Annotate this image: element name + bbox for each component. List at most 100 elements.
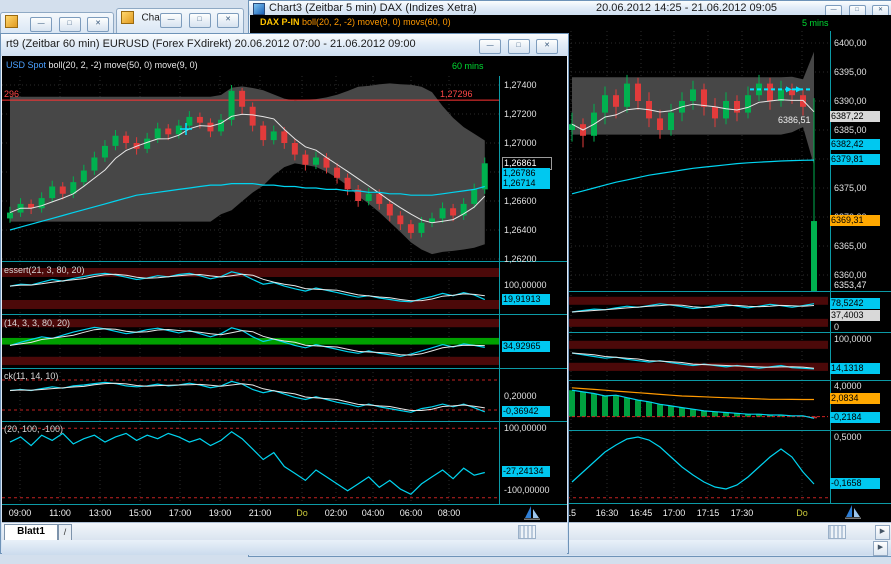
price-tick: 6385,00 xyxy=(834,125,867,135)
logo-sail-icon xyxy=(845,505,861,519)
maximize-button[interactable]: □ xyxy=(507,39,530,55)
timeframe-badge: 60 mins xyxy=(452,61,484,71)
price-box: 6382,42 xyxy=(830,138,880,150)
alert-line-label: 1,27296 xyxy=(440,89,473,99)
price-tick: 1,27400 xyxy=(504,80,537,90)
logo-sail-icon xyxy=(524,506,540,520)
time-tick: 04:00 xyxy=(361,508,385,518)
scrollbar-grip[interactable] xyxy=(518,525,536,539)
indicator-tick: 0,20000 xyxy=(504,391,537,401)
indicator-tick: 0,5000 xyxy=(834,432,862,443)
dax-date-range: 20.06.2012 14:25 - 21.06.2012 09:05 xyxy=(596,2,778,14)
symbol-label: USD Spot xyxy=(6,60,47,70)
indicator-value-box: 78,5242 xyxy=(830,297,880,309)
price-tick: 6390,00 xyxy=(834,96,867,106)
chart-window-icon xyxy=(253,3,265,15)
symbol-label: DAX P-IN xyxy=(260,17,300,27)
panel-label: (14, 3, 3, 80, 20) xyxy=(4,318,71,328)
dax-titlebar[interactable]: Chart3 (Zeitbar 5 min) DAX (Indizes Xetr… xyxy=(249,1,891,17)
scroll-right-button[interactable]: ▶ xyxy=(875,525,890,540)
price-tick: 6400,00 xyxy=(834,38,867,48)
maximize-button[interactable]: □ xyxy=(188,13,211,29)
sheet-tab-divider[interactable]: / xyxy=(58,524,72,541)
price-box: 1,26786 xyxy=(502,168,550,180)
time-tick: 17:30 xyxy=(730,508,754,518)
price-float-label: 6353,47 xyxy=(834,280,867,290)
close-button[interactable]: ✕ xyxy=(217,13,239,29)
time-tick: 21:00 xyxy=(248,508,272,518)
time-tick: 15:00 xyxy=(128,508,152,518)
indicator-value-box: 14,1318 xyxy=(830,362,880,374)
price-tick: 6365,00 xyxy=(834,241,867,251)
time-tick: 17:00 xyxy=(662,508,686,518)
time-tick: 13:00 xyxy=(88,508,112,518)
panel-label: essert(21, 3, 80, 20) xyxy=(4,265,85,275)
minimize-button[interactable]: — xyxy=(479,39,502,55)
price-tick: 1,27000 xyxy=(504,138,537,148)
indicator-value-box: -0,36942 xyxy=(502,405,550,417)
price-tick: 1,27200 xyxy=(504,109,537,119)
price-box: 1,26714 xyxy=(502,178,550,190)
eurusd-window-title: rt9 (Zeitbar 60 min) EURUSD (Forex FXdir… xyxy=(6,38,416,50)
price-float-label: 6386,51 xyxy=(778,115,811,125)
time-tick: 17:00 xyxy=(168,508,192,518)
indicator-tick: 4,0000 xyxy=(834,380,862,391)
chart-window-icon xyxy=(121,11,134,25)
time-tick: 16:30 xyxy=(595,508,619,518)
indicator-value-box: 34,92965 xyxy=(502,341,550,353)
indicator-value-box: -0,2184 xyxy=(830,412,880,424)
indicator-value-box: 19,91913 xyxy=(502,293,550,305)
price-box: 6369,31 xyxy=(830,215,880,226)
price-tick: 6375,00 xyxy=(834,183,867,193)
time-tick: 09:00 xyxy=(8,508,32,518)
alert-line-label-partial: 296 xyxy=(4,89,20,99)
indicator-value-box: 37,4003 xyxy=(830,309,880,321)
minimize-button[interactable]: — xyxy=(30,17,53,33)
price-box: 6379,81 xyxy=(830,154,880,166)
price-tick: 1,26600 xyxy=(504,196,537,206)
eurusd-titlebar[interactable]: rt9 (Zeitbar 60 min) EURUSD (Forex FXdir… xyxy=(1,34,568,56)
indicator-tick: -100,00000 xyxy=(504,484,550,495)
time-tick: 08:00 xyxy=(437,508,461,518)
dax-window-title: Chart3 (Zeitbar 5 min) DAX (Indizes Xetr… xyxy=(269,2,477,14)
indicator-value-box: -0,1658 xyxy=(830,477,880,489)
eurusd-plot-svg[interactable] xyxy=(2,56,567,522)
time-tick: 19:00 xyxy=(208,508,232,518)
price-box: 6387,22 xyxy=(830,111,880,123)
minimize-button[interactable]: — xyxy=(160,13,183,29)
indicator-tick: 0 xyxy=(834,322,840,333)
eurusd-chart-area[interactable]: USD Spot boll(20, 2, -2) move(50, 0) mov… xyxy=(2,56,567,522)
indicator-value-box: 2,0834 xyxy=(830,393,880,405)
indicator-tick: 100,00000 xyxy=(504,423,547,433)
time-tick: 17:15 xyxy=(696,508,720,518)
timeframe-badge: 5 mins xyxy=(802,18,829,28)
sheet-tab-blatt1[interactable]: Blatt1 xyxy=(4,524,58,541)
close-button[interactable]: ✕ xyxy=(87,17,109,33)
close-button[interactable]: ✕ xyxy=(536,39,558,55)
horizontal-scrollbar[interactable]: Blatt1 / xyxy=(2,522,567,541)
time-tick: 16:45 xyxy=(629,508,653,518)
time-tick: 06:00 xyxy=(399,508,423,518)
indicator-tick: 100,0000 xyxy=(834,333,872,344)
panel-label: ck(11, 14, 10) xyxy=(4,371,59,381)
background-window-fragment: — □ ✕ xyxy=(0,12,114,35)
maximize-button[interactable]: □ xyxy=(58,17,81,33)
scrollbar-grip[interactable] xyxy=(828,525,846,539)
price-tick: 6360,00 xyxy=(834,270,867,280)
window-frame xyxy=(2,540,567,555)
indicator-params-label: boll(20, 2, -2) move(9, 0) movs(60, 0) xyxy=(302,17,451,27)
price-tick: 6395,00 xyxy=(834,67,867,77)
indicator-value-box: -27,24134 xyxy=(502,466,550,478)
time-tick: 02:00 xyxy=(324,508,348,518)
time-tick: 11:00 xyxy=(49,508,71,518)
price-tick: 1,26200 xyxy=(504,254,537,264)
background-window-fragment: Cha... — □ ✕ xyxy=(116,8,244,35)
panel-label: (20, 100, -100) xyxy=(4,424,64,434)
price-tick: 1,26400 xyxy=(504,225,537,235)
window-icon xyxy=(5,15,18,29)
time-tick: Do xyxy=(296,508,308,518)
indicator-params-label: boll(20, 2, -2) move(50, 0) move(9, 0) xyxy=(48,60,198,70)
eurusd-window: rt9 (Zeitbar 60 min) EURUSD (Forex FXdir… xyxy=(0,33,569,555)
time-tick: Do xyxy=(796,508,808,518)
scroll-right-button[interactable]: ▶ xyxy=(873,541,888,556)
